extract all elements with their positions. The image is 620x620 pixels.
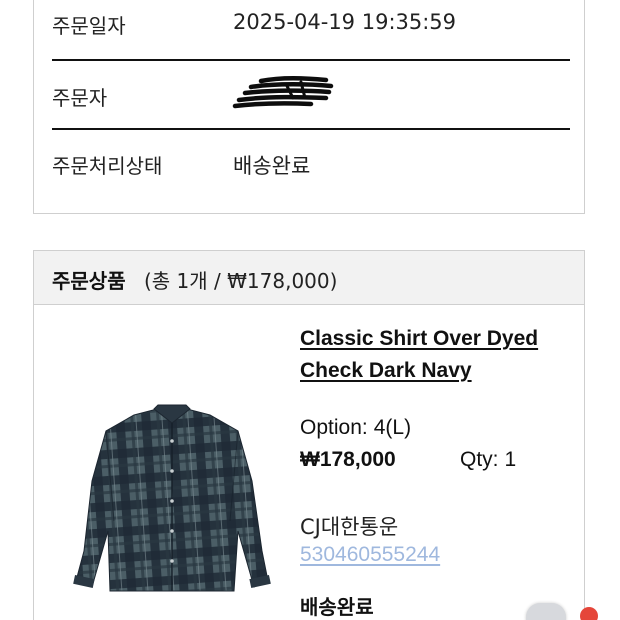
shipping-carrier: CJ대한통운 <box>300 515 399 539</box>
divider <box>52 128 570 130</box>
order-info-card: 주문일자 2025-04-19 19:35:59 주문자 주문처리상태 배송완료 <box>33 0 585 214</box>
notification-dot <box>580 607 598 620</box>
qty-label: Qty: <box>460 448 499 471</box>
tracking-number-link[interactable]: 530460555244 <box>300 543 440 567</box>
product-name-link[interactable]: Classic Shirt Over Dyed Check Dark Navy <box>300 323 540 387</box>
divider <box>52 59 570 61</box>
order-date-value: 2025-04-19 19:35:59 <box>233 10 457 34</box>
order-detail-page: 주문일자 2025-04-19 19:35:59 주문자 주문처리상태 배송완료… <box>0 0 620 620</box>
ordered-items-title: 주문상품 <box>52 269 126 293</box>
shipping-status: 배송완료 <box>300 595 374 619</box>
ordered-items-summary: (총 1개 / ₩178,000) <box>144 269 338 293</box>
product-option: Option: 4(L) <box>300 416 411 440</box>
product-price: ₩178,000 <box>300 448 396 471</box>
option-label: Option: <box>300 416 368 439</box>
order-status-label: 주문처리상태 <box>52 154 163 178</box>
orderer-label: 주문자 <box>52 86 108 110</box>
qty-value: 1 <box>504 448 517 471</box>
ordered-items-card: 주문상품 (총 1개 / ₩178,000) Classic Shirt Ove… <box>33 250 585 620</box>
order-date-label: 주문일자 <box>52 14 126 38</box>
plaid-shirt-image[interactable] <box>62 401 282 601</box>
order-status-value: 배송완료 <box>233 154 311 178</box>
option-value: 4(L) <box>373 416 412 439</box>
redacted-name-scribble <box>232 76 334 109</box>
ordered-items-header: 주문상품 (총 1개 / ₩178,000) <box>34 251 584 305</box>
floating-chat-button[interactable] <box>526 603 566 620</box>
product-quantity: Qty: 1 <box>460 448 516 472</box>
